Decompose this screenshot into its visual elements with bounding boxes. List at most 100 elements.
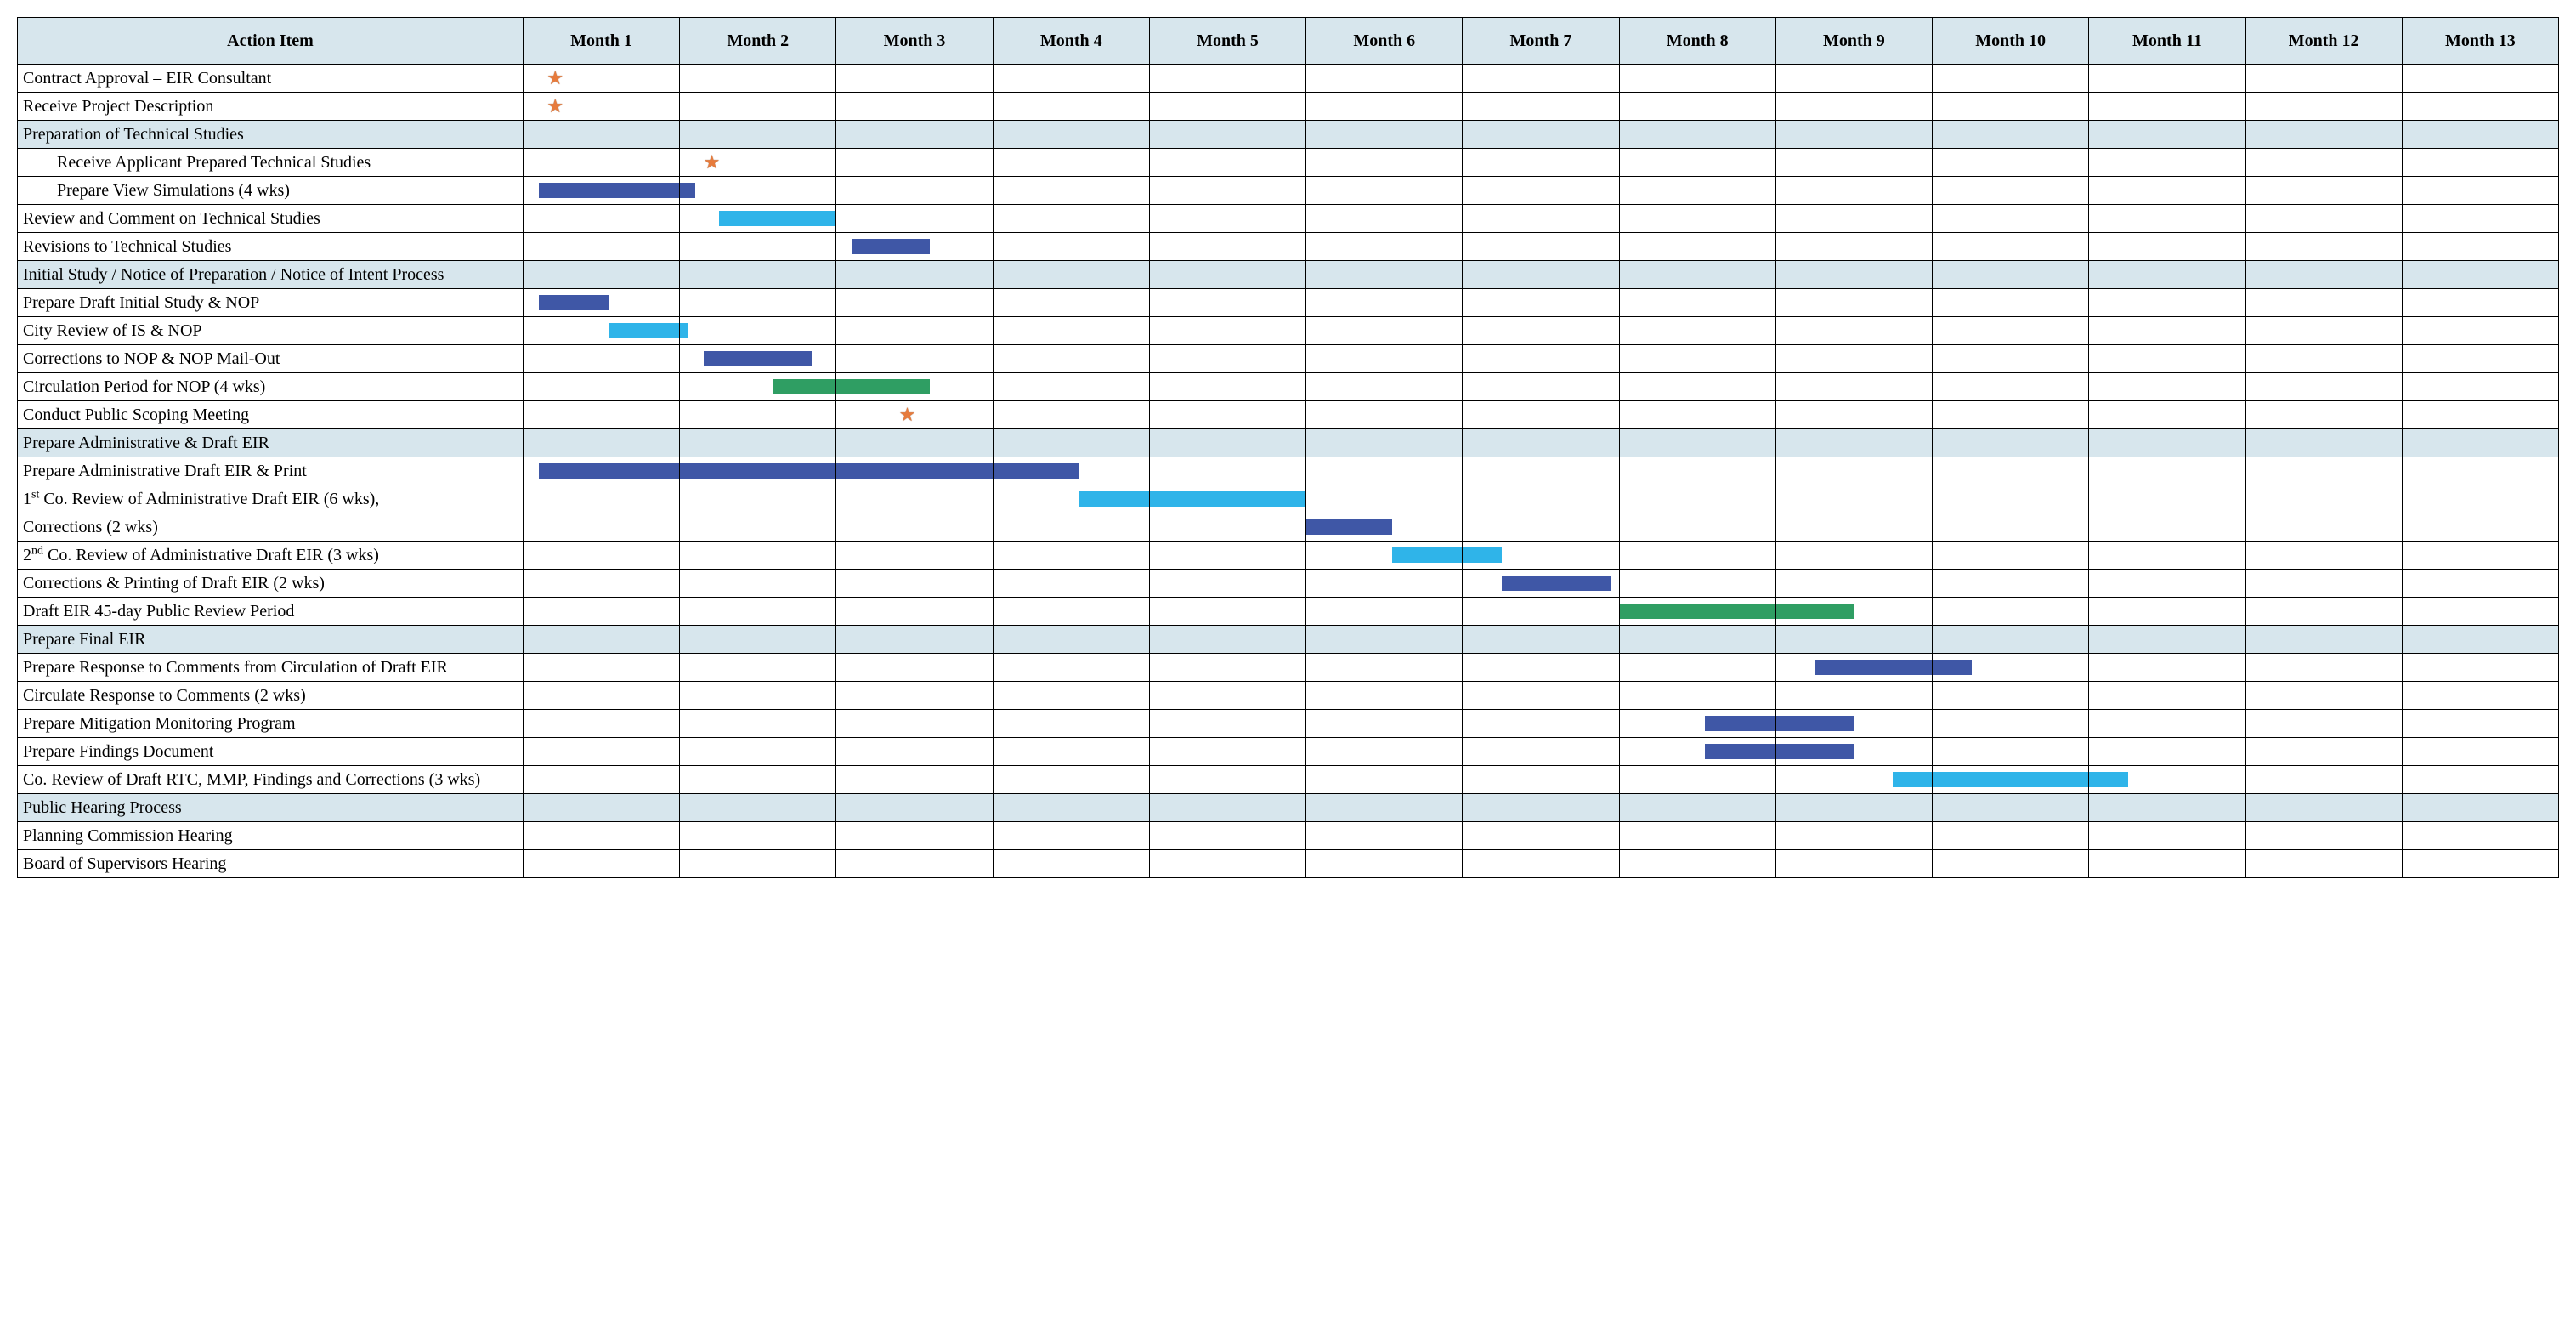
cell-m10 (1933, 205, 2089, 233)
cell-m10 (1933, 401, 2089, 429)
cell-m9 (1775, 429, 1932, 457)
cell-m11 (2089, 513, 2245, 542)
cell-m1: ★ (523, 65, 679, 93)
cell-m11 (2089, 822, 2245, 850)
cell-m2 (680, 345, 836, 373)
action-item-label: Contract Approval – EIR Consultant (18, 65, 524, 93)
cell-m8 (1619, 205, 1775, 233)
action-item-label: Conduct Public Scoping Meeting (18, 401, 524, 429)
cell-m2 (680, 457, 836, 485)
action-item-label: Planning Commission Hearing (18, 822, 524, 850)
action-item-label: Prepare Administrative & Draft EIR (18, 429, 524, 457)
cell-m2 (680, 233, 836, 261)
cell-m11 (2089, 682, 2245, 710)
cell-m13 (2402, 401, 2558, 429)
cell-m5 (1149, 485, 1305, 513)
cell-m4 (993, 205, 1149, 233)
cell-m10 (1933, 345, 2089, 373)
cell-m11 (2089, 233, 2245, 261)
cell-m11 (2089, 177, 2245, 205)
gantt-bar (1776, 604, 1854, 619)
task-row: 1st Co. Review of Administrative Draft E… (18, 485, 2559, 513)
cell-m9 (1775, 738, 1932, 766)
cell-m13 (2402, 345, 2558, 373)
cell-m10 (1933, 682, 2089, 710)
cell-m1 (523, 289, 679, 317)
cell-m13 (2402, 738, 2558, 766)
cell-m12 (2245, 149, 2402, 177)
col-month-11: Month 11 (2089, 18, 2245, 65)
col-month-3: Month 3 (836, 18, 993, 65)
cell-m13 (2402, 457, 2558, 485)
cell-m2 (680, 93, 836, 121)
cell-m5 (1149, 710, 1305, 738)
action-item-label: 2nd Co. Review of Administrative Draft E… (18, 542, 524, 570)
cell-m13 (2402, 850, 2558, 878)
cell-m5 (1149, 682, 1305, 710)
cell-m9 (1775, 598, 1932, 626)
cell-m8 (1619, 570, 1775, 598)
cell-m1 (523, 317, 679, 345)
cell-m7 (1463, 822, 1619, 850)
cell-m7 (1463, 177, 1619, 205)
cell-m8 (1619, 822, 1775, 850)
cell-m5 (1149, 850, 1305, 878)
cell-m1 (523, 485, 679, 513)
action-item-label: Draft EIR 45-day Public Review Period (18, 598, 524, 626)
task-row: Board of Supervisors Hearing (18, 850, 2559, 878)
cell-m3 (836, 850, 993, 878)
cell-m2 (680, 794, 836, 822)
gantt-bar (1776, 716, 1854, 731)
cell-m7 (1463, 570, 1619, 598)
cell-m11 (2089, 570, 2245, 598)
cell-m13 (2402, 513, 2558, 542)
cell-m7 (1463, 626, 1619, 654)
cell-m11 (2089, 289, 2245, 317)
cell-m4 (993, 289, 1149, 317)
cell-m2 (680, 429, 836, 457)
cell-m13 (2402, 794, 2558, 822)
action-item-label: Prepare View Simulations (4 wks) (18, 177, 524, 205)
gantt-table: Action ItemMonth 1Month 2Month 3Month 4M… (17, 17, 2559, 878)
cell-m4 (993, 513, 1149, 542)
cell-m5 (1149, 598, 1305, 626)
cell-m7 (1463, 429, 1619, 457)
cell-m11 (2089, 626, 2245, 654)
col-month-5: Month 5 (1149, 18, 1305, 65)
col-month-4: Month 4 (993, 18, 1149, 65)
cell-m6 (1306, 457, 1463, 485)
cell-m12 (2245, 401, 2402, 429)
cell-m11 (2089, 485, 2245, 513)
cell-m10 (1933, 738, 2089, 766)
cell-m1 (523, 121, 679, 149)
cell-m7 (1463, 710, 1619, 738)
action-item-label: Preparation of Technical Studies (18, 121, 524, 149)
cell-m5 (1149, 626, 1305, 654)
cell-m2 (680, 822, 836, 850)
cell-m6 (1306, 822, 1463, 850)
cell-m4 (993, 401, 1149, 429)
cell-m7 (1463, 457, 1619, 485)
gantt-bar (1893, 772, 1932, 787)
cell-m10 (1933, 822, 2089, 850)
cell-m3 (836, 794, 993, 822)
cell-m13 (2402, 570, 2558, 598)
cell-m4 (993, 93, 1149, 121)
cell-m5 (1149, 317, 1305, 345)
cell-m4 (993, 457, 1149, 485)
cell-m6 (1306, 850, 1463, 878)
cell-m11 (2089, 654, 2245, 682)
cell-m9 (1775, 401, 1932, 429)
cell-m9 (1775, 317, 1932, 345)
cell-m12 (2245, 317, 2402, 345)
cell-m2 (680, 850, 836, 878)
cell-m3 (836, 766, 993, 794)
gantt-bar (1933, 772, 2088, 787)
cell-m1 (523, 570, 679, 598)
cell-m13 (2402, 177, 2558, 205)
cell-m3 (836, 710, 993, 738)
cell-m8 (1619, 710, 1775, 738)
cell-m8 (1619, 373, 1775, 401)
cell-m4 (993, 794, 1149, 822)
cell-m1 (523, 177, 679, 205)
